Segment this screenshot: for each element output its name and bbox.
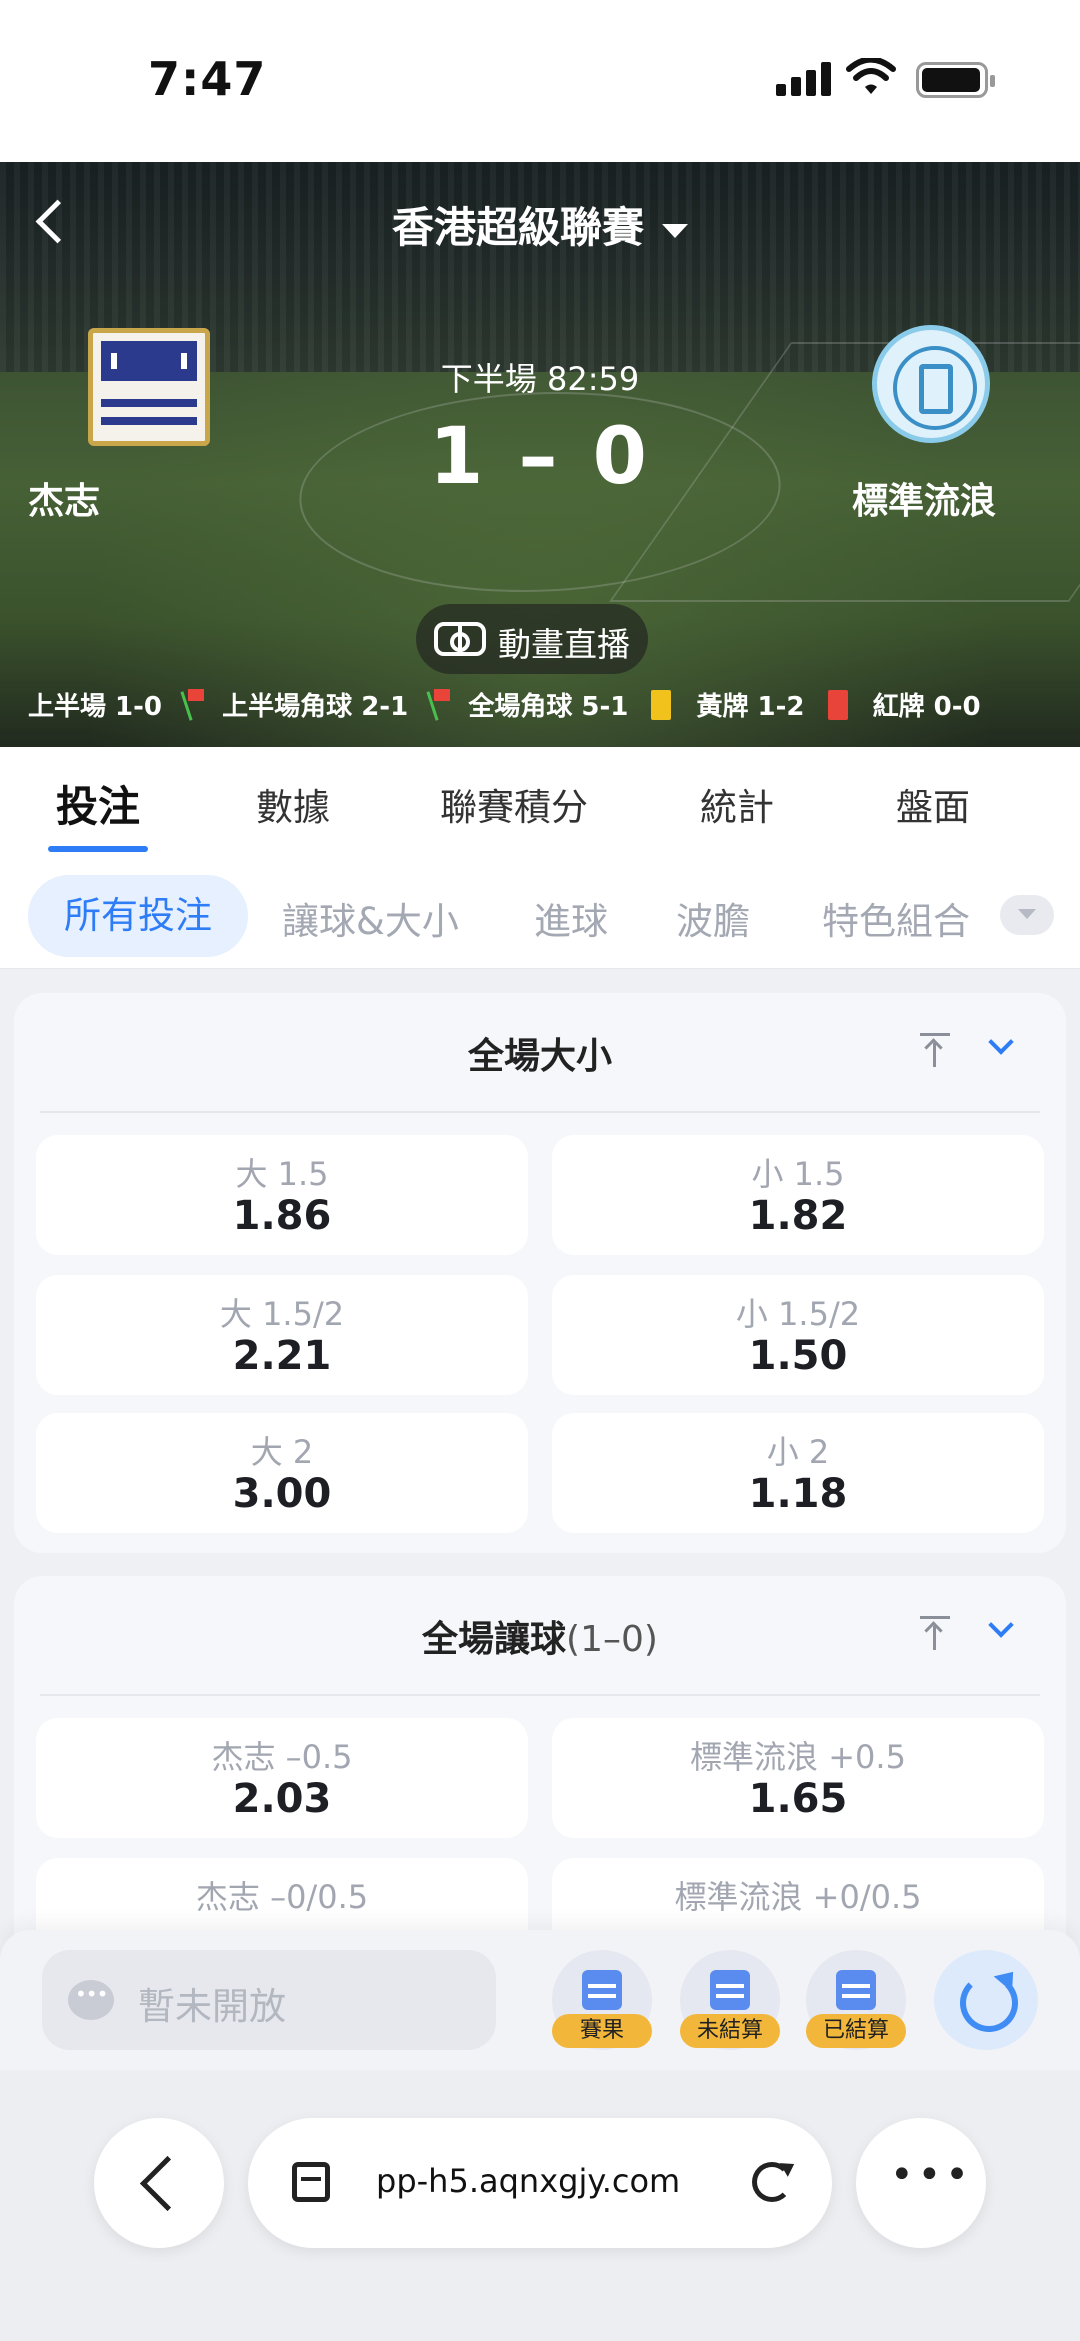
odds-label: 標準流浪 +0/0.5 <box>674 1878 922 1916</box>
corner-flag-icon <box>425 687 453 723</box>
main-tabs: 投注 數據 聯賽積分 統計 盤面 <box>0 747 1080 861</box>
odds-value: 1.86 <box>232 1193 332 1239</box>
odds-button[interactable]: 小 2 1.18 <box>552 1413 1044 1533</box>
tab-odds-board[interactable]: 盤面 <box>896 777 970 831</box>
tab-data[interactable]: 數據 <box>256 777 330 831</box>
odds-value: 1.50 <box>748 1333 848 1379</box>
browser-more-button[interactable] <box>856 2118 986 2248</box>
odds-label: 小 1.5 <box>751 1155 845 1193</box>
chevron-down-icon[interactable] <box>988 1616 1012 1640</box>
odds-label: 杰志 –0/0.5 <box>195 1878 369 1916</box>
market-subtitle: (1–0) <box>566 1619 658 1660</box>
subtab-handicap-ou[interactable]: 讓球&大小 <box>282 891 459 945</box>
unsettled-label: 未結算 <box>680 2014 780 2048</box>
odds-label: 大 1.5 <box>235 1155 329 1193</box>
reload-icon[interactable] <box>752 2162 792 2202</box>
market-title: 全場大小 <box>467 1036 612 1077</box>
odds-value: 2.03 <box>232 1776 332 1822</box>
yellow-cards: 黃牌 1-2 <box>696 692 805 722</box>
chat-placeholder: 暫未開放 <box>138 1985 286 2028</box>
status-time: 7:47 <box>148 52 267 106</box>
results-icon <box>582 1970 622 2010</box>
url-text: pp-h5.aqnxgjy.com <box>376 2162 681 2200</box>
wifi-icon <box>846 58 896 94</box>
away-team-logo <box>872 325 990 443</box>
tab-standings[interactable]: 聯賽積分 <box>440 777 588 831</box>
odds-label: 杰志 –0.5 <box>211 1738 353 1776</box>
chat-bubble-icon <box>68 1980 114 2020</box>
subtab-all-bets[interactable]: 所有投注 <box>28 875 248 957</box>
settled-button[interactable]: 已結算 <box>806 1950 906 2050</box>
match-header: 香港超級聯賽 杰志 下半場 82:59 1 – 0 標準流浪 動畫直播 上半場 … <box>0 162 1080 747</box>
pin-to-top-icon[interactable] <box>920 1616 950 1652</box>
corner-flag-icon <box>179 687 207 723</box>
red-card-icon <box>827 689 848 720</box>
calendar-icon <box>710 1970 750 2010</box>
match-stats-line: 上半場 1-0 上半場角球 2-1 全場角球 5-1 黃牌 1-2 紅牌 0-0 <box>28 686 981 723</box>
odds-button[interactable]: 標準流浪 +0.5 1.65 <box>552 1718 1044 1838</box>
odds-button[interactable]: 杰志 –0.5 2.03 <box>36 1718 528 1838</box>
animation-live-label: 動畫直播 <box>498 625 630 664</box>
bet-category-tabs: 所有投注 讓球&大小 進球 波膽 特色組合 <box>0 861 1080 969</box>
odds-label: 小 1.5/2 <box>735 1295 861 1333</box>
odds-button[interactable]: 小 1.5/2 1.50 <box>552 1275 1044 1395</box>
pin-to-top-icon[interactable] <box>920 1033 950 1069</box>
league-name: 香港超級聯賽 <box>391 203 644 252</box>
more-tabs-dropdown[interactable] <box>1000 895 1054 935</box>
browser-toolbar: pp-h5.aqnxgjy.com <box>0 2070 1080 2341</box>
odds-label: 大 2 <box>250 1433 314 1471</box>
unsettled-button[interactable]: 未結算 <box>680 1950 780 2050</box>
pitch-icon <box>434 622 486 656</box>
odds-button[interactable]: 小 1.5 1.82 <box>552 1135 1044 1255</box>
market-card-over-under: 全場大小 大 1.5 1.86 小 1.5 1.82 大 1.5/2 2.21 … <box>14 993 1066 1553</box>
odds-value: 3.00 <box>232 1471 332 1517</box>
tab-bets[interactable]: 投注 <box>47 773 149 852</box>
odds-value: 1.18 <box>748 1471 848 1517</box>
odds-button[interactable]: 大 1.5 1.86 <box>36 1135 528 1255</box>
tab-statistics[interactable]: 統計 <box>700 777 774 831</box>
first-half-corners: 上半場角球 2-1 <box>222 692 409 722</box>
subtab-goals[interactable]: 進球 <box>534 891 608 945</box>
results-button[interactable]: 賽果 <box>552 1950 652 2050</box>
odds-label: 大 1.5/2 <box>219 1295 345 1333</box>
away-team-name: 標準流浪 <box>852 481 997 522</box>
first-half-score: 上半場 1-0 <box>28 692 163 722</box>
caret-down-icon <box>662 223 688 238</box>
browser-back-button[interactable] <box>94 2118 224 2248</box>
odds-button[interactable]: 大 1.5/2 2.21 <box>36 1275 528 1395</box>
full-corners: 全場角球 5-1 <box>468 692 629 722</box>
chat-input[interactable]: 暫未開放 <box>42 1950 496 2050</box>
calendar-icon <box>836 1970 876 2010</box>
address-bar[interactable]: pp-h5.aqnxgjy.com <box>248 2118 832 2248</box>
settled-label: 已結算 <box>806 2014 906 2048</box>
tabs-icon[interactable] <box>292 2162 330 2202</box>
status-bar: 7:47 <box>0 0 1080 162</box>
yellow-card-icon <box>651 689 672 720</box>
battery-icon <box>916 62 995 98</box>
results-label: 賽果 <box>552 2014 652 2048</box>
odds-button[interactable]: 大 2 3.00 <box>36 1413 528 1533</box>
market-header: 全場讓球(1–0) <box>40 1576 1040 1696</box>
odds-value: 1.82 <box>748 1193 848 1239</box>
bottom-action-bar: 暫未開放 賽果 未結算 已結算 <box>0 1930 1080 2070</box>
league-selector[interactable]: 香港超級聯賽 <box>0 194 1080 255</box>
odds-value: 2.21 <box>232 1333 332 1379</box>
market-header: 全場大小 <box>40 993 1040 1113</box>
odds-label: 小 2 <box>766 1433 830 1471</box>
market-title: 全場讓球(1–0) <box>422 1619 658 1660</box>
red-cards: 紅牌 0-0 <box>872 692 981 722</box>
animation-live-button[interactable]: 動畫直播 <box>416 604 648 674</box>
odds-value: 1.65 <box>748 1776 848 1822</box>
subtab-correct-score[interactable]: 波膽 <box>676 891 750 945</box>
refresh-icon[interactable] <box>934 1950 1038 2050</box>
odds-label: 標準流浪 +0.5 <box>690 1738 906 1776</box>
subtab-special-combo[interactable]: 特色組合 <box>822 891 970 945</box>
chevron-down-icon[interactable] <box>988 1033 1012 1057</box>
signal-icon <box>776 62 832 96</box>
